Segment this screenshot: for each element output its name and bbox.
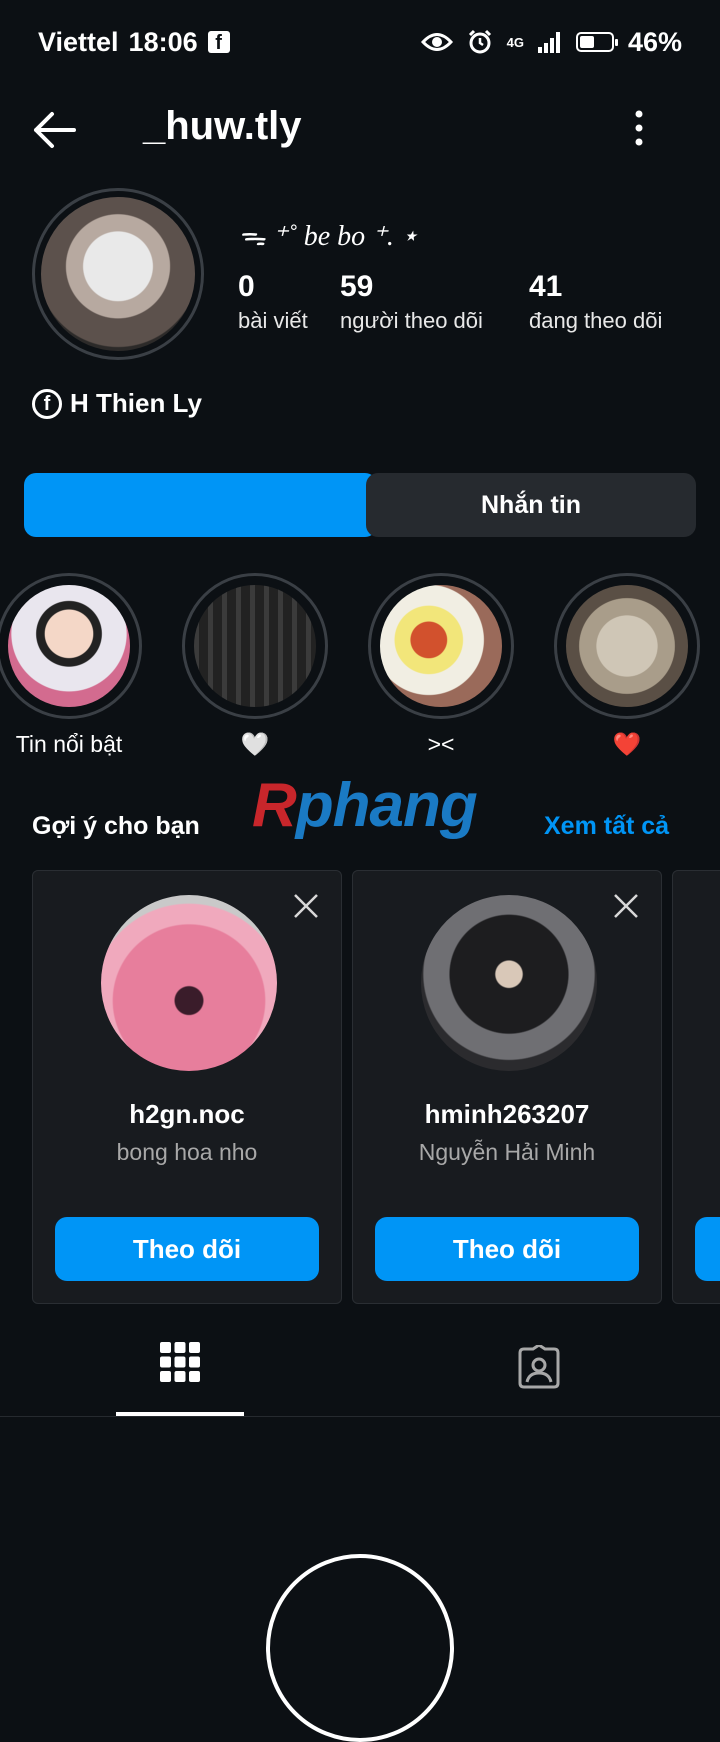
facebook-icon: f	[32, 388, 62, 419]
follow-button[interactable]	[24, 473, 377, 537]
watermark-part2: phang	[295, 771, 478, 840]
close-icon[interactable]	[613, 893, 639, 919]
signal-icon	[537, 32, 560, 53]
highlight-item[interactable]: ><	[366, 573, 516, 758]
stat-followers-value: 59	[340, 270, 374, 303]
message-button[interactable]: Nhắn tin	[366, 473, 696, 537]
eye-icon	[420, 33, 453, 51]
follow-button[interactable]: Theo dõi	[55, 1217, 319, 1281]
highlight-label: ❤️	[612, 731, 642, 757]
clock-label: 18:06	[128, 26, 198, 57]
stat-following-value: 41	[529, 270, 563, 303]
suggestion-avatar[interactable]	[101, 895, 277, 1071]
network-label: 4G	[506, 34, 524, 50]
back-arrow-icon[interactable]	[30, 108, 80, 152]
suggestion-avatar[interactable]	[421, 895, 597, 1071]
highlight-label: ><	[427, 731, 455, 757]
highlight-image	[380, 585, 502, 707]
empty-state-camera-circle	[266, 1554, 454, 1742]
avatar-image	[41, 197, 195, 351]
close-icon[interactable]	[293, 893, 319, 919]
highlight-label: Tin nổi bật	[15, 731, 123, 757]
see-all-link[interactable]: Xem tất cả	[544, 812, 669, 841]
carrier-label: Viettel	[38, 26, 119, 57]
facebook-icon: f	[207, 31, 230, 54]
profile-avatar[interactable]	[32, 188, 204, 360]
stat-followers[interactable]: 59 người theo dõi	[340, 270, 483, 334]
facebook-name: H Thien Ly	[70, 388, 202, 418]
profile-nickname: ᯓ ⁺˚ be bo ⁺. ⋆	[238, 221, 419, 252]
stat-posts-value: 0	[238, 270, 255, 303]
stat-posts[interactable]: 0 bài viết	[238, 270, 308, 334]
watermark-part1: R	[252, 771, 297, 840]
suggestion-username: h2gn.noc	[129, 1099, 245, 1129]
status-bar: Viettel 18:06 f 4G 46%	[38, 22, 682, 62]
grid-icon[interactable]	[158, 1340, 202, 1384]
highlight-item[interactable]: Tin nổi bật	[0, 573, 144, 758]
stat-followers-label: người theo dõi	[340, 308, 483, 333]
facebook-link[interactable]: f H Thien Ly	[32, 388, 202, 419]
profile-username: _huw.tly	[143, 104, 302, 148]
highlight-label: 🤍	[240, 731, 270, 757]
highlight-item[interactable]: ❤️	[552, 573, 702, 758]
stat-following-label: đang theo dõi	[529, 308, 663, 333]
battery-icon	[575, 32, 618, 52]
alarm-icon	[468, 29, 491, 54]
suggestions-title: Gợi ý cho bạn	[32, 812, 200, 840]
suggestion-name: bong hoa nho	[116, 1139, 258, 1165]
tab-divider	[0, 1416, 720, 1417]
battery-label: 46%	[627, 26, 682, 57]
suggestion-card[interactable]: hminh263207 Nguyễn Hải Minh Theo dõi	[352, 870, 662, 1304]
highlight-image	[8, 585, 130, 707]
more-vertical-icon[interactable]	[624, 108, 654, 148]
highlight-image	[566, 585, 688, 707]
follow-button-partial[interactable]	[695, 1217, 720, 1281]
follow-button[interactable]: Theo dõi	[375, 1217, 639, 1281]
highlight-item[interactable]: 🤍	[180, 573, 330, 758]
battery-fill	[579, 36, 594, 48]
watermark-logo: Rphang	[252, 770, 478, 841]
suggestion-card[interactable]: h2gn.noc bong hoa nho Theo dõi	[32, 870, 342, 1304]
tagged-icon[interactable]	[516, 1345, 562, 1391]
suggestion-card-partial[interactable]	[672, 870, 720, 1304]
stat-posts-label: bài viết	[238, 308, 308, 333]
suggestion-username: hminh263207	[424, 1099, 590, 1129]
stat-following[interactable]: 41 đang theo dõi	[529, 270, 662, 334]
suggestion-name: Nguyễn Hải Minh	[418, 1139, 596, 1165]
highlight-image	[194, 585, 316, 707]
